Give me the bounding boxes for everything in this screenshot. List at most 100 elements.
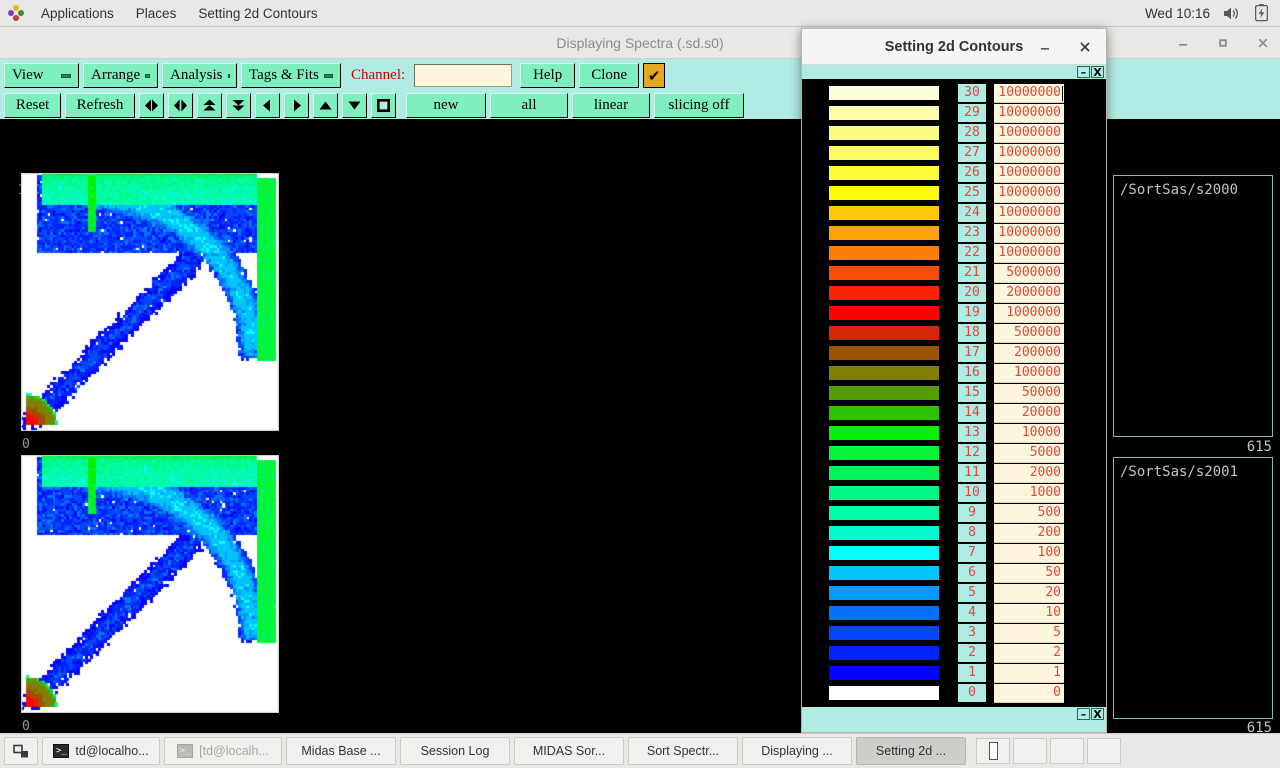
stop-icon[interactable]: [371, 93, 396, 118]
inner-minimize-icon-bottom[interactable]: –: [1077, 708, 1090, 720]
contour-value-input[interactable]: 500: [994, 504, 1064, 523]
contour-value-input[interactable]: 200000: [994, 344, 1064, 363]
taskbar-item[interactable]: Setting 2d ...: [856, 737, 966, 765]
menu-places[interactable]: Places: [125, 0, 188, 27]
contour-value-input[interactable]: 10000000: [994, 124, 1064, 143]
contour-color-swatch[interactable]: [829, 526, 939, 540]
contour-row[interactable]: 520: [802, 583, 1106, 603]
arrange-menu[interactable]: Arrange: [83, 63, 158, 88]
contour-row[interactable]: 22: [802, 643, 1106, 663]
inner-close-icon-bottom[interactable]: X: [1091, 708, 1104, 720]
contour-row[interactable]: 1310000: [802, 423, 1106, 443]
dialog-minimize-icon[interactable]: [1038, 29, 1052, 65]
contour-color-swatch[interactable]: [829, 486, 939, 500]
contour-color-swatch[interactable]: [829, 146, 939, 160]
contour-color-swatch[interactable]: [829, 646, 939, 660]
down-icon[interactable]: [342, 93, 367, 118]
up-icon[interactable]: [313, 93, 338, 118]
contour-color-swatch[interactable]: [829, 686, 939, 700]
spectrum-panel-1[interactable]: 128: [0, 173, 801, 441]
contour-value-input[interactable]: 10000000: [994, 144, 1064, 163]
maximize-icon[interactable]: [1214, 34, 1232, 52]
contour-value-input[interactable]: 10000000: [994, 244, 1064, 263]
contour-row[interactable]: 650: [802, 563, 1106, 583]
menu-applications[interactable]: Applications: [30, 0, 125, 27]
contour-row[interactable]: 125000: [802, 443, 1106, 463]
contour-row[interactable]: 202000000: [802, 283, 1106, 303]
contour-value-input[interactable]: 100000: [994, 364, 1064, 383]
contour-row[interactable]: 410: [802, 603, 1106, 623]
spectrum-2-canvas[interactable]: [21, 455, 279, 713]
contour-row[interactable]: 11: [802, 663, 1106, 683]
contour-color-swatch[interactable]: [829, 86, 939, 100]
inner-minimize-icon[interactable]: –: [1077, 66, 1090, 78]
all-button[interactable]: all: [490, 93, 568, 118]
contour-color-swatch[interactable]: [829, 346, 939, 360]
contour-row[interactable]: 1550000: [802, 383, 1106, 403]
contour-value-input[interactable]: 5: [994, 624, 1064, 643]
contour-color-swatch[interactable]: [829, 606, 939, 620]
workspace-3[interactable]: [1050, 738, 1084, 764]
clone-button[interactable]: Clone: [579, 63, 639, 88]
contour-value-input[interactable]: 2000: [994, 464, 1064, 483]
taskbar-item[interactable]: >_td@localho...: [42, 737, 160, 765]
contour-value-input[interactable]: 5000000: [994, 264, 1064, 283]
contour-color-swatch[interactable]: [829, 206, 939, 220]
up-double-icon[interactable]: [197, 93, 222, 118]
contour-value-input[interactable]: 10000000: [994, 104, 1064, 123]
active-window-title[interactable]: Setting 2d Contours: [187, 0, 328, 27]
contour-color-swatch[interactable]: [829, 246, 939, 260]
volume-icon[interactable]: [1222, 4, 1240, 22]
new-button[interactable]: new: [406, 93, 486, 118]
contour-color-swatch[interactable]: [829, 466, 939, 480]
contour-color-swatch[interactable]: [829, 546, 939, 560]
contour-row[interactable]: 8200: [802, 523, 1106, 543]
contour-value-input[interactable]: 5000: [994, 444, 1064, 463]
contour-value-input[interactable]: 10000000: [994, 84, 1064, 103]
contour-color-swatch[interactable]: [829, 286, 939, 300]
view-menu[interactable]: View: [4, 63, 79, 88]
contour-row[interactable]: 2210000000: [802, 243, 1106, 263]
contour-value-input[interactable]: 20000: [994, 404, 1064, 423]
linear-button[interactable]: linear: [572, 93, 650, 118]
contour-row[interactable]: 2310000000: [802, 223, 1106, 243]
battery-icon[interactable]: [1252, 4, 1270, 22]
contour-row[interactable]: 2610000000: [802, 163, 1106, 183]
contour-color-swatch[interactable]: [829, 506, 939, 520]
taskbar-item[interactable]: Session Log: [400, 737, 510, 765]
workspace-1[interactable]: [976, 738, 1010, 764]
contour-row[interactable]: 2410000000: [802, 203, 1106, 223]
contour-value-input[interactable]: 500000: [994, 324, 1064, 343]
contour-row[interactable]: 2810000000: [802, 123, 1106, 143]
contour-row[interactable]: 16100000: [802, 363, 1106, 383]
taskbar-item[interactable]: >_[td@localh...: [164, 737, 282, 765]
contour-color-swatch[interactable]: [829, 626, 939, 640]
spectrum-1-info-pane[interactable]: /SortSas/s2000: [1113, 175, 1273, 437]
contour-row[interactable]: 2710000000: [802, 143, 1106, 163]
contour-color-swatch[interactable]: [829, 666, 939, 680]
contour-value-input[interactable]: 10000000: [994, 204, 1064, 223]
channel-input[interactable]: [414, 64, 512, 87]
contour-value-input[interactable]: 1: [994, 664, 1064, 683]
tags-and-fits-menu[interactable]: Tags & Fits: [241, 63, 341, 88]
contour-value-input[interactable]: 50: [994, 564, 1064, 583]
contour-row[interactable]: 191000000: [802, 303, 1106, 323]
help-button[interactable]: Help: [520, 63, 575, 88]
contour-color-swatch[interactable]: [829, 366, 939, 380]
contour-value-input[interactable]: 10000000: [994, 184, 1064, 203]
expand-horizontal-icon[interactable]: [168, 93, 193, 118]
contour-value-input[interactable]: 10000: [994, 424, 1064, 443]
right-icon[interactable]: [284, 93, 309, 118]
contour-value-input[interactable]: 100: [994, 544, 1064, 563]
clock[interactable]: Wed 10:16: [1145, 6, 1210, 21]
spectrum-panel-2[interactable]: [0, 455, 801, 723]
contour-row[interactable]: 101000: [802, 483, 1106, 503]
reset-button[interactable]: Reset: [4, 93, 61, 118]
contour-row[interactable]: 18500000: [802, 323, 1106, 343]
spectrum-2-info-pane[interactable]: /SortSas/s2001: [1113, 457, 1273, 719]
taskbar-item[interactable]: Midas Base ...: [286, 737, 396, 765]
contour-color-swatch[interactable]: [829, 106, 939, 120]
toolbar-checkbox[interactable]: ✔: [643, 63, 665, 88]
contour-color-swatch[interactable]: [829, 306, 939, 320]
contour-row[interactable]: 00: [802, 683, 1106, 703]
